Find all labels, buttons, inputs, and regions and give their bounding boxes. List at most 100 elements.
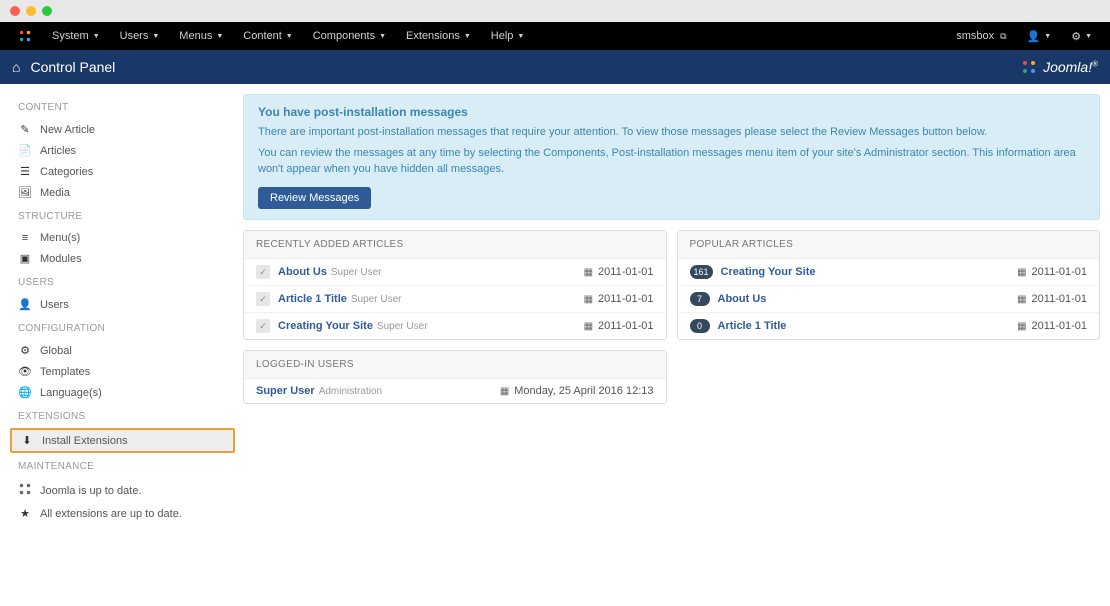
- logged-in-users-panel: LOGGED-IN USERS Super User Administratio…: [243, 350, 667, 404]
- sidebar-item-articles[interactable]: 📄Articles: [10, 140, 235, 161]
- sidebar-item-label: Joomla is up to date.: [40, 485, 142, 497]
- maximize-window-icon[interactable]: [42, 6, 52, 16]
- calendar-icon: ▦: [584, 267, 593, 278]
- page-title: Control Panel: [30, 59, 115, 75]
- sidebar-item-media[interactable]: 🖼 Media: [10, 182, 235, 203]
- nav-label: Components: [313, 30, 375, 42]
- nav-label: Menus: [179, 30, 212, 42]
- sidebar-item-users[interactable]: 👤Users: [10, 294, 235, 315]
- sidebar-item-global[interactable]: ⚙Global: [10, 340, 235, 361]
- recent-articles-panel: RECENTLY ADDED ARTICLES ✓ About Us Super…: [243, 230, 667, 340]
- article-link[interactable]: Creating Your Site: [721, 266, 816, 278]
- hits-badge: 7: [690, 292, 710, 306]
- popular-row: 161 Creating Your Site ▦2011-01-01: [678, 259, 1100, 286]
- sidebar-item-joomla-status[interactable]: Joomla is up to date.: [10, 478, 235, 503]
- article-link[interactable]: About Us: [718, 293, 767, 305]
- article-link[interactable]: Article 1 Title: [718, 320, 787, 332]
- alert-text-1: There are important post-installation me…: [258, 125, 1085, 140]
- user-link[interactable]: Super User: [256, 385, 315, 397]
- nav-site-label: smsbox: [956, 30, 994, 42]
- caret-icon: ▼: [286, 33, 293, 40]
- row-date: ▦2011-01-01: [584, 320, 654, 332]
- globe-icon: 🌐: [18, 386, 32, 399]
- article-author: Super User: [351, 294, 402, 305]
- recent-row: ✓ Article 1 Title Super User ▦2011-01-01: [244, 286, 666, 313]
- check-icon[interactable]: ✓: [256, 265, 270, 279]
- caret-icon: ▼: [152, 33, 159, 40]
- sidebar: CONTENT ✎New Article 📄Articles ☰Categori…: [10, 94, 235, 596]
- menu-icon: ≡: [18, 232, 32, 244]
- user-icon: 👤: [18, 298, 32, 311]
- recent-row: ✓ About Us Super User ▦2011-01-01: [244, 259, 666, 286]
- section-title-content: CONTENT: [10, 94, 235, 119]
- panel-title-recent: RECENTLY ADDED ARTICLES: [244, 231, 666, 259]
- panels-row-2: LOGGED-IN USERS Super User Administratio…: [243, 350, 1100, 404]
- sidebar-item-languages[interactable]: 🌐 Language(s): [10, 382, 235, 403]
- sidebar-item-install-extensions[interactable]: ⬇Install Extensions: [10, 428, 235, 453]
- row-date: ▦2011-01-01: [1017, 266, 1087, 278]
- nav-settings-menu[interactable]: ⚙ ▼: [1063, 22, 1100, 50]
- hits-badge: 161: [690, 265, 713, 279]
- section-title-users: USERS: [10, 269, 235, 294]
- navbar-right: smsbox ⧉ 👤 ▼ ⚙ ▼: [948, 22, 1100, 50]
- brand-logo: Joomla!®: [1021, 59, 1098, 75]
- home-icon: ⌂: [12, 59, 20, 75]
- nav-extensions[interactable]: Extensions ▼: [398, 22, 479, 50]
- nav-label: Extensions: [406, 30, 460, 42]
- minimize-window-icon[interactable]: [26, 6, 36, 16]
- loggedin-row: Super User Administration ▦Monday, 25 Ap…: [244, 379, 666, 403]
- article-link[interactable]: About Us: [278, 266, 327, 278]
- sidebar-item-modules[interactable]: ▣Modules: [10, 248, 235, 269]
- popular-articles-panel: POPULAR ARTICLES 161 Creating Your Site …: [677, 230, 1101, 340]
- popular-row: 0 Article 1 Title ▦2011-01-01: [678, 313, 1100, 339]
- gear-icon: ⚙: [1071, 30, 1081, 43]
- alert-title: You have post-installation messages: [258, 105, 1085, 119]
- sidebar-item-extensions-status[interactable]: ★All extensions are up to date.: [10, 503, 235, 524]
- joomla-brand-icon: [18, 29, 32, 43]
- gear-icon: ⚙: [18, 344, 32, 357]
- caret-icon: ▼: [517, 33, 524, 40]
- row-date: ▦2011-01-01: [584, 293, 654, 305]
- post-install-alert: You have post-installation messages Ther…: [243, 94, 1100, 220]
- sidebar-item-label: Language(s): [40, 387, 102, 399]
- stack-icon: 📄: [18, 144, 32, 157]
- sidebar-item-label: Media: [40, 187, 70, 199]
- section-title-maintenance: MAINTENANCE: [10, 453, 235, 478]
- panels-row: RECENTLY ADDED ARTICLES ✓ About Us Super…: [243, 230, 1100, 340]
- nav-menus[interactable]: Menus ▼: [171, 22, 231, 50]
- sidebar-item-categories[interactable]: ☰Categories: [10, 161, 235, 182]
- star-icon: ★: [18, 507, 32, 520]
- joomla-icon: [18, 482, 32, 499]
- sidebar-item-menus[interactable]: ≡ Menu(s): [10, 228, 235, 248]
- check-icon[interactable]: ✓: [256, 319, 270, 333]
- section-title-extensions: EXTENSIONS: [10, 403, 235, 428]
- hits-badge: 0: [690, 319, 710, 333]
- close-window-icon[interactable]: [10, 6, 20, 16]
- image-icon: 🖼: [18, 186, 32, 199]
- top-navbar: System ▼ Users ▼ Menus ▼ Content ▼ Compo…: [0, 22, 1110, 50]
- review-messages-button[interactable]: Review Messages: [258, 187, 371, 209]
- article-author: Super User: [377, 321, 428, 332]
- pencil-icon: ✎: [18, 123, 32, 136]
- caret-icon: ▼: [464, 33, 471, 40]
- nav-components[interactable]: Components ▼: [305, 22, 394, 50]
- article-link[interactable]: Article 1 Title: [278, 293, 347, 305]
- eye-icon: 👁: [18, 365, 32, 378]
- nav-users[interactable]: Users ▼: [112, 22, 168, 50]
- nav-sitelink[interactable]: smsbox ⧉: [948, 22, 1014, 50]
- caret-icon: ▼: [1085, 33, 1092, 40]
- check-icon[interactable]: ✓: [256, 292, 270, 306]
- sidebar-item-new-article[interactable]: ✎New Article: [10, 119, 235, 140]
- caret-icon: ▼: [379, 33, 386, 40]
- row-date: ▦2011-01-01: [584, 266, 654, 278]
- nav-user-menu[interactable]: 👤 ▼: [1019, 22, 1060, 50]
- sidebar-item-label: Menu(s): [40, 232, 80, 244]
- nav-system[interactable]: System ▼: [44, 22, 108, 50]
- sidebar-item-templates[interactable]: 👁Templates: [10, 361, 235, 382]
- joomla-icon[interactable]: [10, 22, 40, 50]
- nav-content[interactable]: Content ▼: [235, 22, 300, 50]
- nav-help[interactable]: Help ▼: [483, 22, 533, 50]
- calendar-icon: ▦: [1017, 294, 1026, 305]
- external-link-icon: ⧉: [1000, 31, 1006, 42]
- article-link[interactable]: Creating Your Site: [278, 320, 373, 332]
